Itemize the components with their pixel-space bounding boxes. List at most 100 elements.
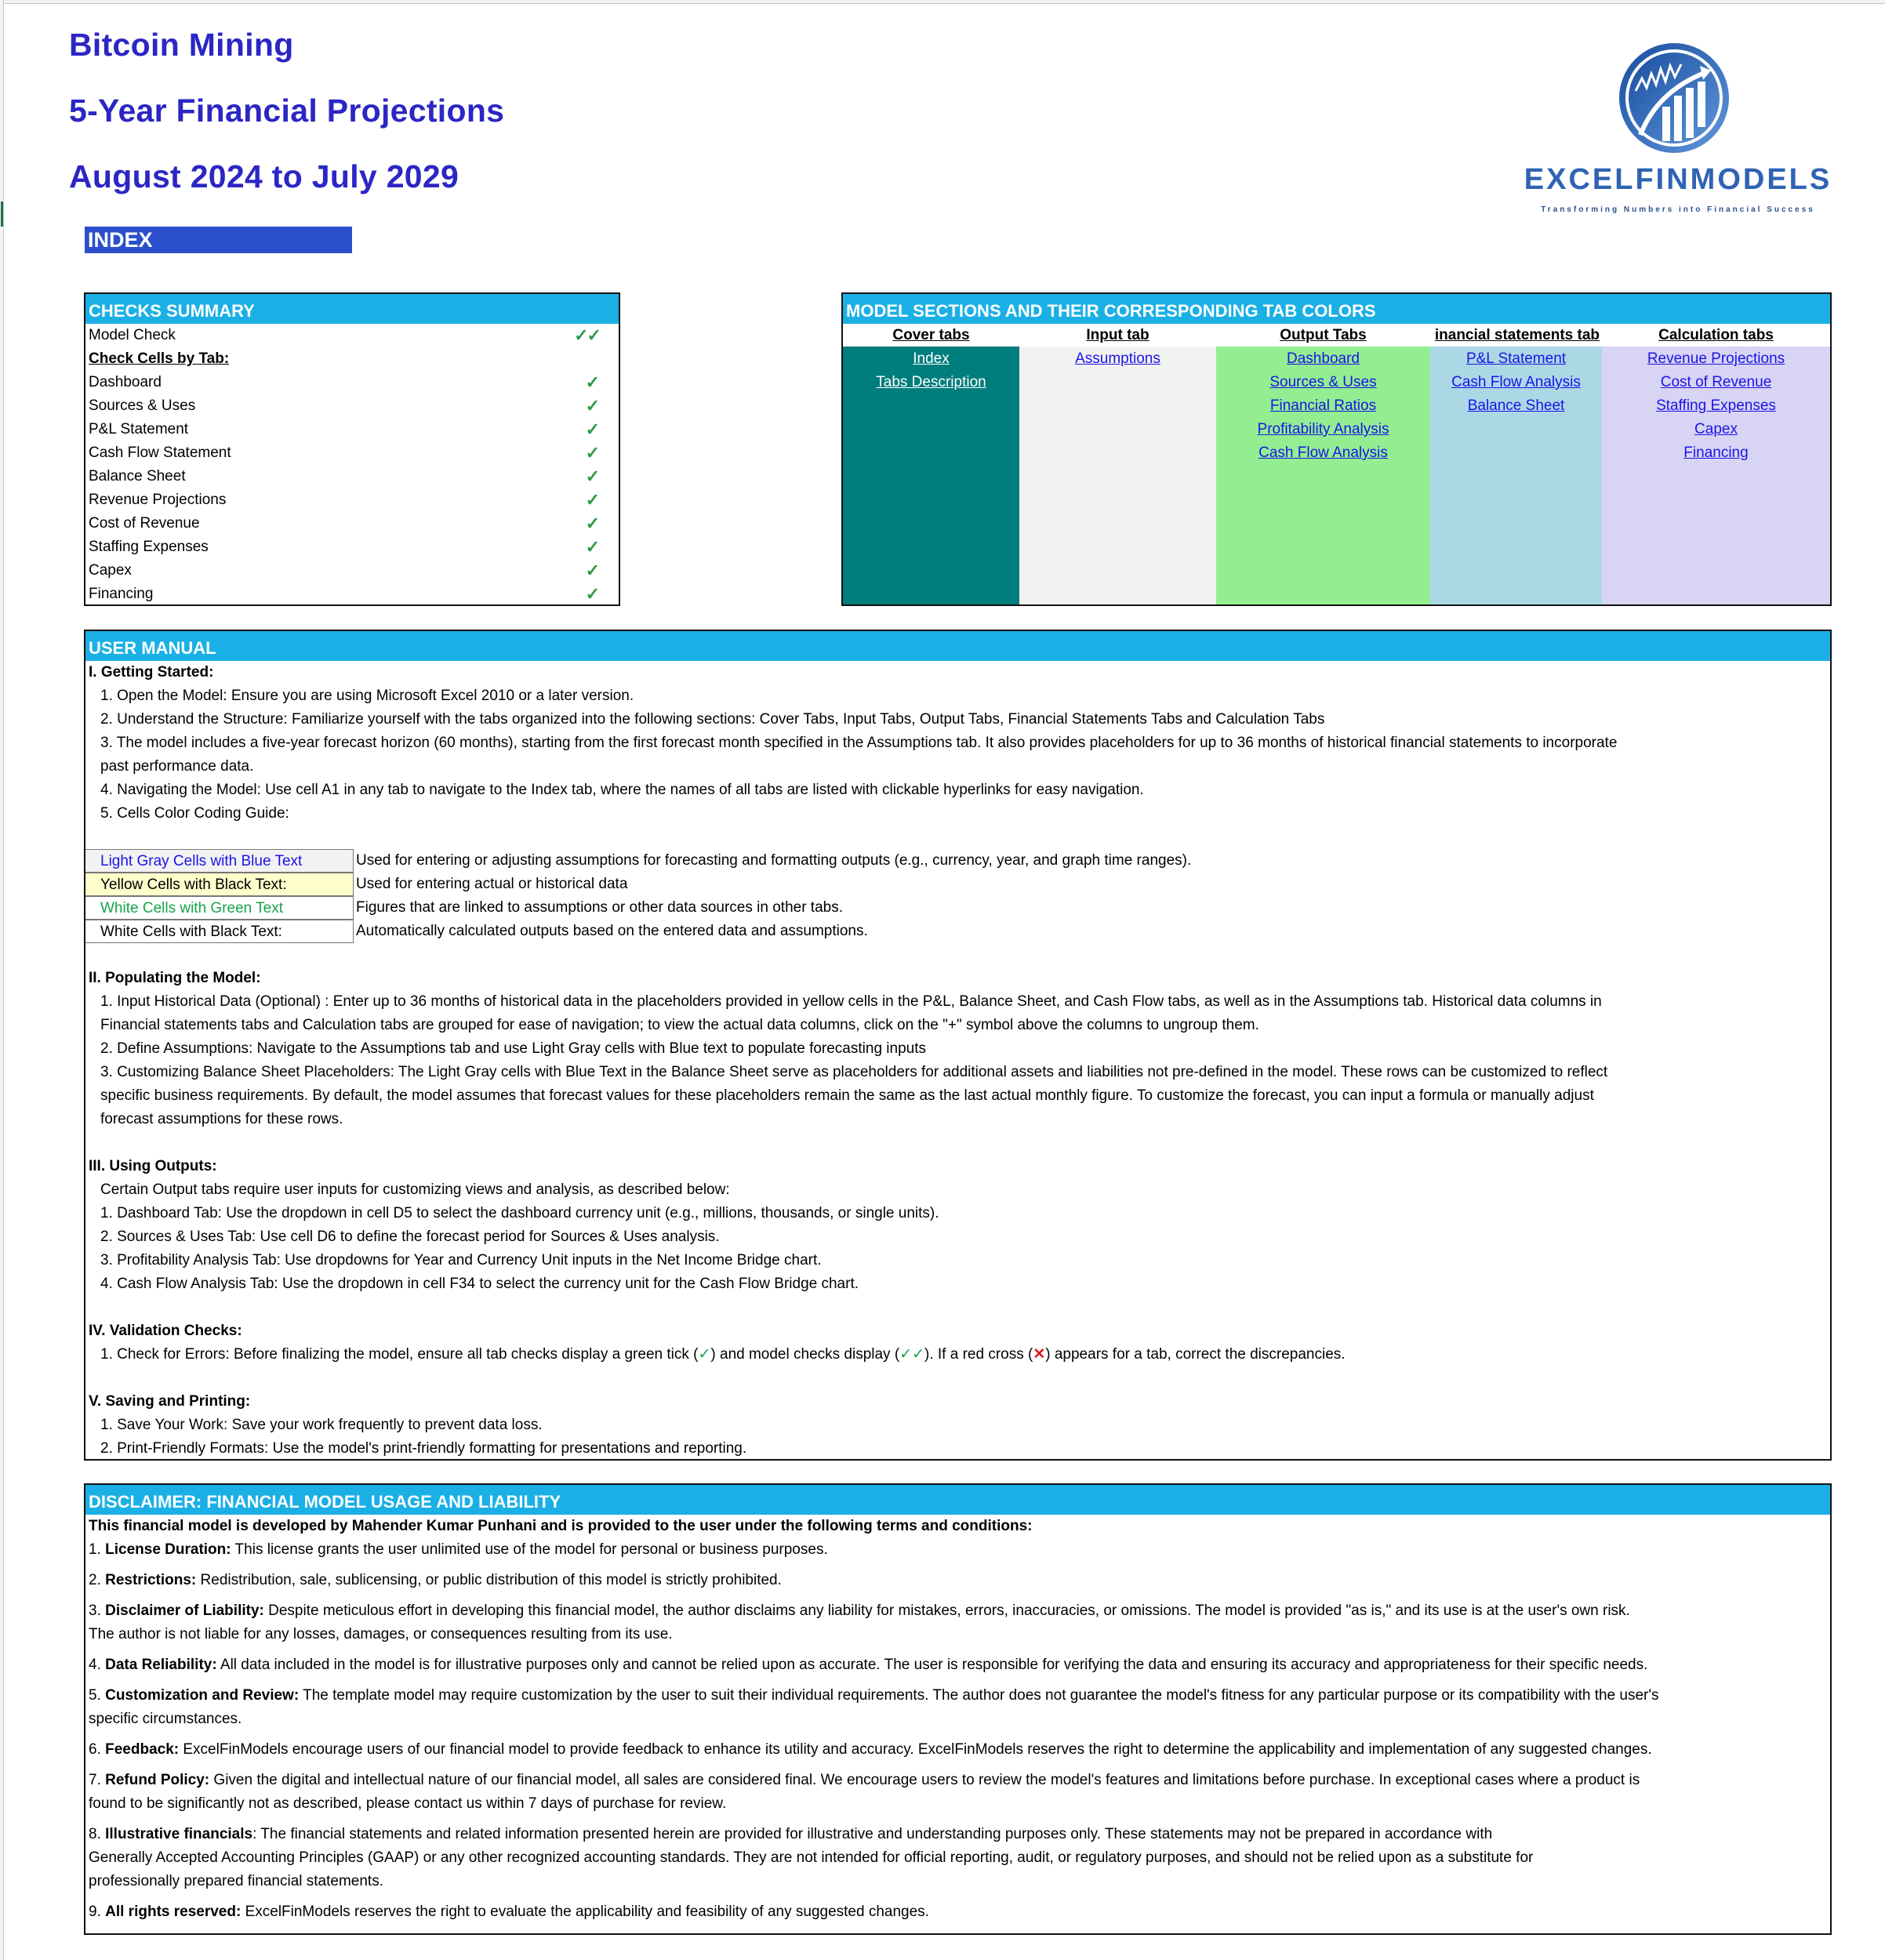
report-subtitle: 5-Year Financial Projections	[69, 93, 505, 129]
using-outputs-line: Certain Output tabs require user inputs …	[100, 1181, 730, 1198]
check-label: Sources & Uses	[89, 397, 196, 414]
section-column-calculation-tabs: Calculation tabs Revenue Projections Cost …	[1602, 324, 1830, 604]
check-row-item: Balance Sheet ✓	[85, 465, 619, 488]
tab-link[interactable]: Staffing Expenses	[1602, 394, 1830, 418]
disclaimer-line: found to be significantly not as describ…	[85, 1792, 1830, 1816]
tab-link[interactable]: Cash Flow Analysis	[1216, 441, 1430, 465]
disclaimer-item-number: 2.	[89, 1572, 106, 1588]
disclaimer-intro: This financial model is developed by Mah…	[89, 1518, 1033, 1534]
logo-tagline: Transforming Numbers into Financial Succ…	[1541, 205, 1815, 214]
check-row-item: Financing ✓	[85, 583, 619, 606]
check-label: Dashboard	[89, 374, 162, 390]
tab-link[interactable]: Profitability Analysis	[1216, 418, 1430, 441]
section-column-financial-statements-tabs: inancial statements tab P&L Statement Cash…	[1430, 324, 1602, 604]
section-heading-text: inancial statements tab	[1434, 327, 1600, 343]
check-icon: ✓	[585, 537, 600, 557]
tab-link[interactable]: Assumptions	[1019, 347, 1216, 371]
disclaimer-title: DISCLAIMER: FINANCIAL MODEL USAGE AND LI…	[85, 1485, 1830, 1515]
section-heading-text: Input tab	[1086, 327, 1150, 343]
tab-link[interactable]: P&L Statement	[1430, 347, 1602, 371]
getting-started-line: 2. Understand the Structure: Familiarize…	[100, 711, 1325, 728]
using-outputs-line: 1. Dashboard Tab: Use the dropdown in ce…	[100, 1205, 939, 1221]
check-label: Balance Sheet	[89, 468, 186, 485]
disclaimer-item-text: ExcelFinModels reserves the right to eva…	[241, 1904, 929, 1920]
disclaimer-item-text: Despite meticulous effort in developing …	[263, 1602, 1630, 1619]
saving-line: 1. Save Your Work: Save your work freque…	[100, 1417, 543, 1433]
disclaimer-item-text: The author is not liable for any losses,…	[89, 1626, 673, 1642]
tab-link[interactable]: Sources & Uses	[1216, 371, 1430, 394]
disclaimer-item-number: 9.	[89, 1904, 106, 1920]
getting-started-line: 4. Navigating the Model: Use cell A1 in …	[100, 782, 1144, 798]
section-column-heading: Cover tabs	[843, 324, 1019, 347]
tab-link[interactable]: Capex	[1602, 418, 1830, 441]
disclaimer-panel: DISCLAIMER: FINANCIAL MODEL USAGE AND LI…	[84, 1483, 1832, 1935]
disclaimer-item-text: : The financial statements and related i…	[252, 1826, 1493, 1842]
user-manual-title: USER MANUAL	[85, 631, 1830, 661]
check-row-item: Sources & Uses ✓	[85, 394, 619, 418]
section-column-body: Dashboard Sources & Uses Financial Ratios …	[1216, 347, 1430, 604]
tab-link[interactable]: Balance Sheet	[1430, 394, 1602, 418]
disclaimer-line: Generally Accepted Accounting Principles…	[85, 1846, 1830, 1870]
index-label: INDEX	[85, 227, 352, 253]
green-tick-icon: ✓	[698, 1346, 711, 1363]
tab-link[interactable]: Cost of Revenue	[1602, 371, 1830, 394]
tab-link[interactable]: Financing	[1602, 441, 1830, 465]
disclaimer-item-number: 5.	[89, 1687, 106, 1704]
check-icon: ✓	[585, 466, 600, 486]
getting-started-line: 1. Open the Model: Ensure you are using …	[100, 688, 634, 704]
section-column-body: Assumptions	[1019, 347, 1216, 604]
disclaimer-line: 8. Illustrative financials: The financia…	[85, 1823, 1830, 1846]
disclaimer-item-number: 3.	[89, 1602, 106, 1619]
check-label: Staffing Expenses	[89, 539, 209, 555]
disclaimer-item-label: Restrictions:	[105, 1572, 197, 1588]
section-column-body: Index Tabs Description	[843, 347, 1019, 604]
disclaimer-item-text: This license grants the user unlimited u…	[231, 1541, 828, 1558]
check-icon: ✓	[585, 490, 600, 510]
color-guide-description: Figures that are linked to assumptions o…	[356, 899, 843, 916]
getting-started-line: 3. The model includes a five-year foreca…	[100, 735, 1618, 751]
check-icon: ✓	[585, 584, 600, 604]
model-sections-title: MODEL SECTIONS AND THEIR CORRESPONDING T…	[843, 294, 1830, 324]
disclaimer-item-number: 6.	[89, 1741, 106, 1758]
validation-text: ). If a red cross (	[924, 1346, 1033, 1363]
populating-line: 2. Define Assumptions: Navigate to the A…	[100, 1040, 926, 1057]
check-label: Cost of Revenue	[89, 515, 200, 532]
disclaimer-item-text: Given the digital and intellectual natur…	[209, 1772, 1640, 1788]
tab-link[interactable]: Tabs Description	[843, 371, 1019, 394]
section-column-output-tabs: Output Tabs Dashboard Sources & Uses Financ…	[1216, 324, 1430, 604]
check-label: P&L Statement	[89, 421, 189, 437]
tab-link[interactable]: Dashboard	[1216, 347, 1430, 371]
tab-link[interactable]: Revenue Projections	[1602, 347, 1830, 371]
section-heading-text: Output Tabs	[1280, 327, 1367, 343]
check-row-item: Cash Flow Statement ✓	[85, 441, 619, 465]
check-row-item: Cost of Revenue ✓	[85, 512, 619, 535]
model-check-label: Model Check	[89, 327, 176, 343]
check-icon: ✓	[585, 561, 600, 580]
report-period: August 2024 to July 2029	[69, 158, 459, 194]
using-outputs-line: 3. Profitability Analysis Tab: Use dropd…	[100, 1252, 822, 1269]
section-column-heading: inancial statements tab	[1430, 324, 1602, 347]
populating-line: forecast assumptions for these rows.	[100, 1111, 343, 1127]
populating-line: specific business requirements. By defau…	[100, 1087, 1594, 1104]
tab-link[interactable]: Index	[843, 347, 1019, 371]
user-manual-panel: USER MANUAL I. Getting Started: 1. Open …	[84, 630, 1832, 1461]
tab-link[interactable]: Financial Ratios	[1216, 394, 1430, 418]
section-column-body: Revenue Projections Cost of Revenue Staffi…	[1602, 347, 1830, 604]
tab-link[interactable]: Cash Flow Analysis	[1430, 371, 1602, 394]
section-heading-text: Cover tabs	[892, 327, 970, 343]
check-row-item: Capex ✓	[85, 559, 619, 583]
double-check-icon: ✓✓	[574, 325, 601, 345]
sheet-top-gridline	[0, 0, 1885, 4]
disclaimer-item-text: professionally prepared financial statem…	[89, 1873, 383, 1889]
disclaimer-item-number: 1.	[89, 1541, 106, 1558]
section-column-cover-tabs: Cover tabs Index Tabs Description	[843, 324, 1019, 604]
section-column-heading: Calculation tabs	[1602, 324, 1830, 347]
double-tick-icon: ✓✓	[899, 1346, 925, 1363]
